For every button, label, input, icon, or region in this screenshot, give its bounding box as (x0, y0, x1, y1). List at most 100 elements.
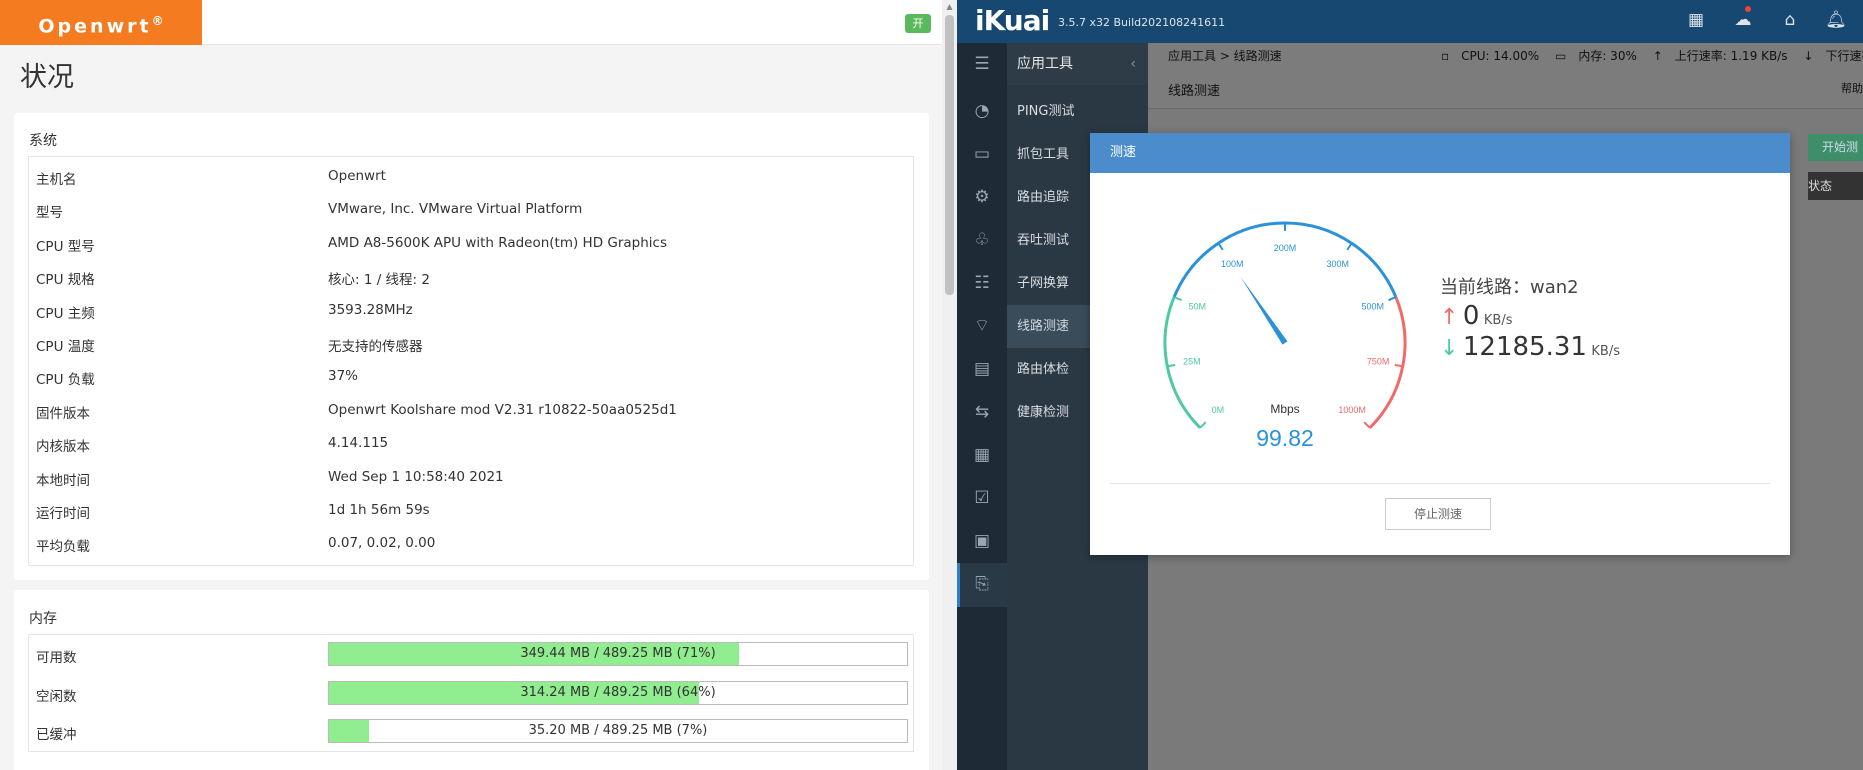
system-table: 主机名 Openwrt 型号 VMware, Inc. VMware Virtual … (28, 156, 914, 566)
gauge-value: 99.82 (1256, 425, 1314, 451)
notification-dot (1745, 6, 1751, 12)
home-icon[interactable]: ⌂ (1779, 9, 1801, 31)
modal-header: 测速 (1090, 133, 1790, 173)
ikuai-logo[interactable]: iKuai (975, 4, 1050, 37)
gauge-tick (1388, 296, 1397, 302)
gauge-tick-label: 500M (1362, 302, 1385, 312)
menu-collapse-icon[interactable]: ☰ (970, 52, 994, 76)
memory-title: 内存 (29, 611, 57, 627)
row-key: CPU 负载 (36, 372, 95, 389)
bell-icon[interactable]: 🔔︎ (1825, 9, 1847, 31)
system-stats: ▫ CPU: 14.00% ▭ 内存: 30% ↑ 上行速率: 1.19 KB/s ↓… (1441, 43, 1863, 69)
row-value: Openwrt Koolshare mod V2.31 r10822-50aa0… (328, 401, 677, 418)
documents-icon[interactable]: ⎘ (970, 572, 994, 596)
memory-icon: ▭ (1554, 49, 1567, 63)
table-row: CPU 负载 37% (29, 359, 913, 392)
memory-key: 空闲数 (36, 688, 77, 705)
table-row: CPU 温度 无支持的传感器 (29, 326, 913, 359)
row-key: CPU 温度 (36, 339, 95, 355)
stop-test-button[interactable]: 停止测速 (1385, 498, 1491, 530)
ikuai-sidebar: ☰ ◔ ▭ ⚙ ♧ ☷ ⌔ ▤ ⇆ ▦ ☑ ▣ ⎘ (957, 43, 1007, 770)
cpu-icon: ▫ (1441, 49, 1450, 63)
version-label: 3.5.7 x32 Build202108241611 (1058, 16, 1226, 29)
sliders-icon[interactable]: ☷ (970, 271, 994, 295)
user-card-icon[interactable]: ▤ (970, 357, 994, 381)
settings-icon[interactable]: ⚙ (970, 185, 994, 209)
gauge-needle (1240, 276, 1288, 345)
gauge-tick-label: 1000M (1338, 405, 1366, 415)
wifi-icon[interactable]: ⌔ (970, 314, 994, 338)
scrollbar[interactable]: ▲ (942, 0, 957, 770)
openwrt-brand[interactable]: Openwrt® (0, 0, 202, 45)
apps-grid-icon[interactable]: ▦ (1685, 9, 1707, 31)
row-key: 主机名 (36, 172, 77, 188)
memory-key: 已缓冲 (36, 727, 77, 743)
row-key: CPU 主频 (36, 305, 95, 322)
row-value: Openwrt (328, 168, 386, 184)
download-arrow-icon: ↓ (1440, 336, 1459, 361)
gauge-tick (1173, 296, 1182, 302)
upload-arrow-icon: ↑ (1440, 305, 1459, 330)
upload-icon: ↑ (1652, 49, 1663, 63)
status-badge[interactable]: 开 (905, 14, 931, 33)
row-key: 型号 (36, 205, 63, 222)
cloud-icon[interactable]: ☁ (1732, 9, 1754, 31)
table-row: 主机名 Openwrt (29, 159, 913, 192)
breadcrumb: 应用工具 > 线路测速 (1168, 49, 1282, 63)
row-value: 37% (328, 368, 359, 385)
firewall-icon[interactable]: ▦ (970, 443, 994, 467)
scroll-thumb[interactable] (945, 15, 954, 295)
table-row: CPU 主频 3593.28MHz (29, 293, 913, 326)
row-key: CPU 型号 (36, 238, 95, 255)
transfer-icon[interactable]: ⇆ (970, 400, 994, 424)
app-tools-icon[interactable]: ▣ (970, 529, 994, 553)
row-value: 核心: 1 / 线程: 2 (328, 272, 430, 289)
openwrt-window: Openwrt® 开 状况 系统 主机名 Openwrt 型号 VMware, Inc… (0, 0, 942, 770)
speed-gauge: 0M 25M 50M 100M 200M 300M 500M 750M 1000M Mbps 99.… (1163, 221, 1407, 451)
monitor-icon[interactable]: ▭ (970, 142, 994, 166)
speedtest-modal: 测速 0M 25M 50M 100M 200M 300M 500M 750M 1000M Mbps… (1090, 133, 1790, 555)
page-title: 线路测速 (1168, 84, 1221, 99)
progress-bar: 349.44 MB / 489.25 MB (71%) (328, 642, 908, 666)
gauge-arc-mid (1172, 221, 1398, 298)
scroll-up-icon[interactable]: ▲ (945, 2, 954, 11)
row-key: CPU 规格 (36, 272, 95, 289)
progress-bar: 314.24 MB / 489.25 MB (64%) (328, 680, 908, 705)
modal-divider (1110, 483, 1770, 484)
progress-bar: 35.20 MB / 489.25 MB (7%) (328, 719, 908, 743)
gauge-tick (1363, 421, 1371, 429)
down-stat: 下行速率: 1.2 (1825, 49, 1863, 63)
start-test-button[interactable]: 开始测 (1808, 134, 1863, 161)
submenu-item[interactable]: PING测试 (1007, 90, 1148, 133)
system-panel: 系统 主机名 Openwrt 型号 VMware, Inc. VMware Virtu… (14, 113, 929, 580)
brand-text: Openwrt (38, 15, 152, 38)
row-key: 固件版本 (36, 405, 90, 422)
page-title: 状况 (20, 62, 74, 93)
checklist-icon[interactable]: ☑ (970, 486, 994, 510)
progress-text: 35.20 MB / 489.25 MB (7%) (528, 723, 708, 738)
help-link[interactable]: 帮助 (1841, 80, 1863, 96)
gauge-tick (1217, 242, 1224, 251)
table-header: 状态 (1808, 172, 1863, 200)
gauge-tick-label: 50M (1188, 302, 1206, 312)
table-row: 型号 VMware, Inc. VMware Virtual Platform (29, 192, 913, 225)
submenu-header[interactable]: 应用工具 ‹ (1007, 43, 1148, 85)
row-value: VMware, Inc. VMware Virtual Platform (328, 201, 583, 218)
upload-rate: ↑ 0 KB/s (1440, 301, 1513, 331)
cpu-stat: CPU: 14.00% (1461, 49, 1540, 63)
ikuai-topbar: iKuai 3.5.7 x32 Build202108241611 ▦ ☁ ⌂ … (957, 0, 1863, 43)
table-row: CPU 型号 AMD A8-5600K APU with Radeon(tm) H… (29, 226, 913, 259)
openwrt-header: Openwrt® 开 (0, 0, 942, 45)
upload-value: 0 (1462, 301, 1480, 331)
chevron-left-icon[interactable]: ‹ (1130, 43, 1136, 85)
up-stat: 上行速率: 1.19 KB/s (1674, 49, 1788, 63)
page-header: 线路测速 帮助 (1148, 69, 1863, 109)
row-value: 0.07, 0.02, 0.00 (328, 535, 436, 552)
gauge-tick (1346, 242, 1353, 251)
dashboard-icon[interactable]: ◔ (970, 99, 994, 123)
gauge-tick-label: 0M (1212, 405, 1225, 415)
network-icon[interactable]: ♧ (970, 228, 994, 252)
table-row: 本地时间 Wed Sep 1 10:58:40 2021 (29, 460, 913, 493)
row-value: 3593.28MHz (328, 301, 413, 318)
submenu-title: 应用工具 (1017, 56, 1073, 72)
